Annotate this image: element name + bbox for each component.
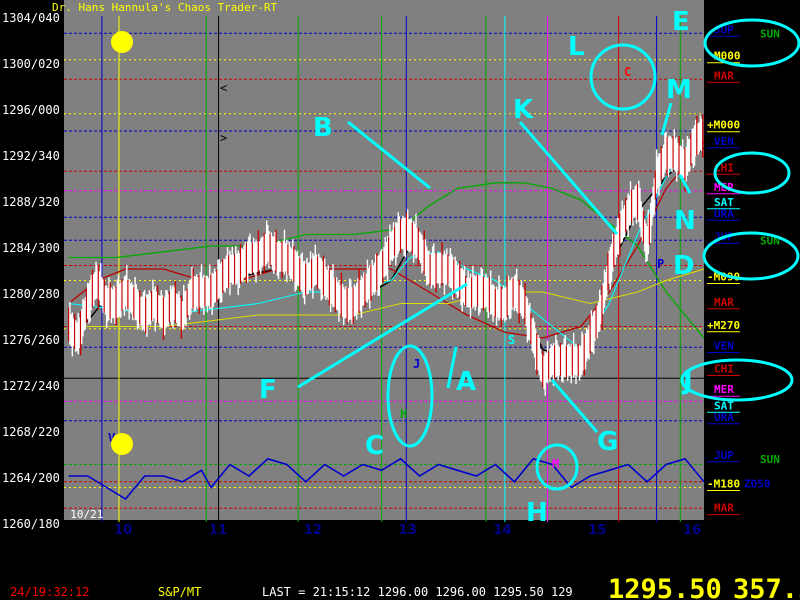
event-marker: S (508, 333, 515, 347)
annotation-label: K (513, 95, 534, 125)
planet-label: MER (714, 383, 734, 396)
y-tick-label: 1280/280 (2, 287, 60, 301)
planet-label: VEN (714, 135, 734, 148)
sun-marker-top (111, 31, 133, 53)
y-tick-label: 1292/340 (2, 149, 60, 163)
planet-label: CHI (714, 363, 734, 376)
y-tick-label: 1288/320 (2, 195, 60, 209)
y-tick-label: 1268/220 (2, 425, 60, 439)
x-tick-label: 11 (209, 523, 227, 538)
annotation-label: L (568, 32, 585, 62)
planet-labels: JUP SUNM000MAR+M000VENCHIMERSATURAJUP SUN-… (707, 23, 780, 516)
event-marker: J (413, 357, 420, 371)
event-marker: C (624, 65, 631, 79)
planet-label-secondary: SUN (760, 27, 780, 40)
planet-label: JUP (714, 449, 734, 462)
status-last: LAST = 21:15:12 1296.00 1296.00 1295.50 … (262, 585, 573, 599)
annotation-label: G (597, 427, 618, 457)
planet-label: MAR (714, 502, 734, 515)
y-tick-label: 1296/000 (2, 103, 60, 117)
annotation-circle (702, 231, 800, 281)
status-symbol: S&P/MT (158, 585, 201, 599)
annotation-label: F (259, 375, 277, 405)
planet-label: +M270 (707, 319, 740, 332)
x-tick-label: 15 (588, 523, 606, 538)
chevron-marker: > (220, 131, 227, 145)
chaos-trader-chart: 1304/0401300/0201296/0001292/3401288/320… (2, 0, 800, 600)
planet-label: URA (714, 411, 734, 424)
chart-window: 1304/040 1300/020 1296/000 1292/340 1288/320… (0, 0, 800, 600)
planet-label-secondary: ZD50 (744, 478, 771, 491)
x-tick-label: 16 (683, 523, 701, 538)
status-price: 1295.50 (608, 574, 722, 600)
planet-label: URA (714, 207, 734, 220)
x-tick-label: 10 (114, 523, 132, 538)
planet-label: MAR (714, 296, 734, 309)
planet-label: VEN (714, 340, 734, 353)
annotation-circle (703, 18, 800, 68)
sun-marker-bottom (111, 433, 133, 455)
planet-label: +M000 (707, 119, 740, 132)
planet-label: -M180 (707, 478, 740, 491)
y-axis: 1304/0401300/0201296/0001292/3401288/320… (2, 11, 60, 531)
planet-label: MAR (714, 69, 734, 82)
annotation-label: A (456, 367, 476, 397)
y-tick-label: 1272/240 (2, 379, 60, 393)
annotation-label: J (681, 366, 693, 396)
chart-title: Dr. Hans Hannula's Chaos Trader-RT (52, 1, 278, 14)
y-tick-label: 1276/260 (2, 333, 60, 347)
annotation-label: D (673, 251, 695, 281)
annotation-label: E (672, 7, 690, 37)
x-tick-label: 12 (304, 523, 322, 538)
chevron-marker: < (220, 81, 227, 95)
planet-label: M000 (714, 50, 741, 63)
annotation-label: M (666, 75, 692, 105)
event-marker: H (400, 407, 407, 421)
annotation-label: B (313, 113, 333, 143)
annotation-label: N (674, 206, 696, 236)
y-tick-label: 1260/180 (2, 517, 60, 531)
status-time: 24/19:32:12 (10, 585, 89, 599)
planet-label-secondary: SUN (760, 453, 780, 466)
event-marker: P (657, 257, 664, 271)
x-date-label: 10/21 (70, 508, 103, 521)
y-tick-label: 1284/300 (2, 241, 60, 255)
x-tick-label: 14 (493, 523, 511, 538)
annotation-label: H (526, 498, 548, 528)
y-tick-label: 1300/020 (2, 57, 60, 71)
x-tick-label: 13 (399, 523, 417, 538)
event-marker: M (552, 457, 559, 471)
y-tick-label: 1264/200 (2, 471, 60, 485)
annotation-label: C (365, 431, 384, 461)
status-angle: 357.5 (733, 574, 800, 600)
